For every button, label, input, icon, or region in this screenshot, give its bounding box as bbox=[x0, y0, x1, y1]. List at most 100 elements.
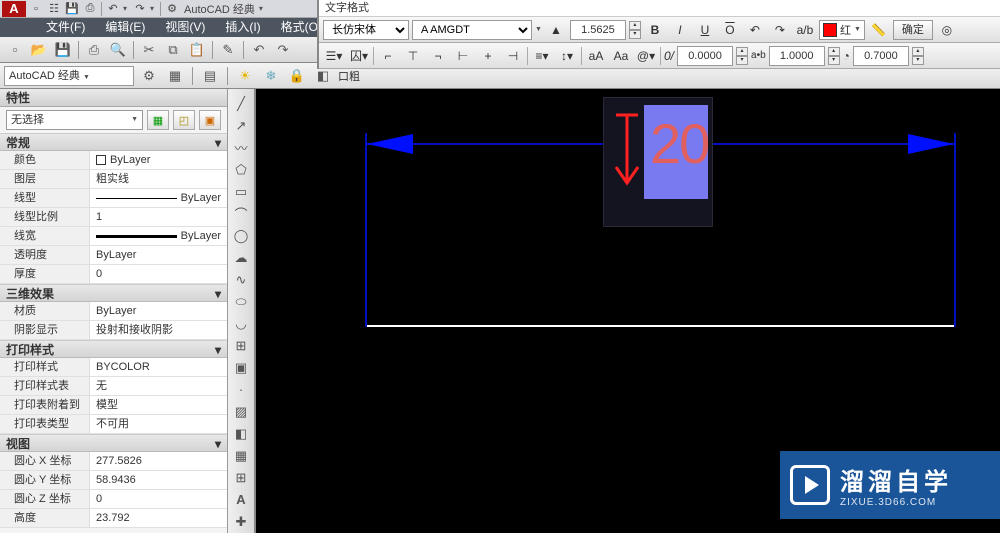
plot-preview-icon[interactable]: 🔍 bbox=[107, 39, 129, 61]
lowercase-icon[interactable]: Aa bbox=[610, 46, 632, 66]
property-value[interactable]: ByLayer bbox=[90, 227, 227, 245]
region-tool-icon[interactable]: ▦ bbox=[229, 445, 253, 466]
freeze-icon[interactable]: ❄ bbox=[260, 65, 282, 87]
sun-icon[interactable]: ☀ bbox=[234, 65, 256, 87]
align-tc-icon[interactable]: ⊤ bbox=[402, 46, 424, 66]
ws-grid-icon[interactable]: ▦ bbox=[164, 65, 186, 87]
new-icon[interactable]: ▫ bbox=[28, 1, 44, 17]
rect-tool-icon[interactable]: ▭ bbox=[229, 181, 253, 202]
uppercase-icon[interactable]: aA bbox=[585, 46, 607, 66]
oblique-spinner[interactable]: ▴▾ bbox=[736, 47, 748, 65]
hatch-tool-icon[interactable]: ▨ bbox=[229, 401, 253, 422]
dimension-text[interactable]: 20 bbox=[650, 111, 708, 176]
open-icon[interactable]: ☷ bbox=[46, 1, 62, 17]
workspace-drop-icon[interactable]: ▾ bbox=[259, 4, 266, 13]
property-value[interactable]: ByLayer bbox=[90, 246, 227, 264]
section-3d[interactable]: 三维效果▾ bbox=[0, 284, 227, 302]
print-icon[interactable]: ⎙ bbox=[82, 1, 98, 17]
app-logo[interactable]: A bbox=[2, 1, 26, 17]
addsel-tool-icon[interactable]: ✚ bbox=[229, 511, 253, 532]
property-value[interactable]: 0 bbox=[90, 490, 227, 508]
property-value[interactable]: ByLayer bbox=[90, 151, 227, 169]
point-tool-icon[interactable]: · bbox=[229, 379, 253, 400]
align-ml-icon[interactable]: ⊢ bbox=[452, 46, 474, 66]
selection-select[interactable]: 无选择 ▼ bbox=[6, 110, 143, 130]
save-icon[interactable]: 💾 bbox=[64, 1, 80, 17]
font-select[interactable]: A AMGDT bbox=[412, 20, 532, 40]
spline-tool-icon[interactable]: ∿ bbox=[229, 269, 253, 290]
property-row[interactable]: 线型ByLayer bbox=[0, 189, 227, 208]
extension-line-left[interactable] bbox=[365, 133, 367, 327]
bullet-icon[interactable]: ≡▾ bbox=[531, 46, 553, 66]
options-icon[interactable]: ◎ bbox=[936, 20, 958, 40]
property-row[interactable]: 打印表类型不可用 bbox=[0, 415, 227, 434]
underline-button[interactable]: U bbox=[694, 20, 716, 40]
redo-text-button[interactable]: ↷ bbox=[769, 20, 791, 40]
align-tl-icon[interactable]: ⌐ bbox=[377, 46, 399, 66]
line-tool-icon[interactable]: ╱ bbox=[229, 93, 253, 114]
tracking-input[interactable]: 1.0000 bbox=[769, 46, 825, 66]
property-row[interactable]: 打印样式BYCOLOR bbox=[0, 358, 227, 377]
menu-edit[interactable]: 编辑(E) bbox=[95, 18, 155, 37]
property-row[interactable]: 图层粗实线 bbox=[0, 170, 227, 189]
property-row[interactable]: 打印表附着到模型 bbox=[0, 396, 227, 415]
new-file-icon[interactable]: ▫ bbox=[4, 39, 26, 61]
property-value[interactable]: 模型 bbox=[90, 396, 227, 414]
property-value[interactable]: 23.792 bbox=[90, 509, 227, 527]
revcloud-tool-icon[interactable]: ☁ bbox=[229, 247, 253, 268]
layer-manager-icon[interactable]: ▤ bbox=[199, 65, 221, 87]
annot-icon[interactable]: ▲ bbox=[545, 20, 567, 40]
undo-drop-icon[interactable]: ▾ bbox=[123, 4, 130, 13]
section-general[interactable]: 常规▾ bbox=[0, 133, 227, 151]
overline-button[interactable]: O bbox=[719, 20, 741, 40]
property-value[interactable]: BYCOLOR bbox=[90, 358, 227, 376]
property-row[interactable]: 材质ByLayer bbox=[0, 302, 227, 321]
align-mr-icon[interactable]: ⊣ bbox=[502, 46, 524, 66]
property-row[interactable]: 线宽ByLayer bbox=[0, 227, 227, 246]
extension-line-right[interactable] bbox=[954, 133, 956, 327]
lock-icon[interactable]: 🔒 bbox=[286, 65, 308, 87]
polygon-tool-icon[interactable]: ⬠ bbox=[229, 159, 253, 180]
property-row[interactable]: 高度23.792 bbox=[0, 509, 227, 528]
text-height-input[interactable]: 1.5625 bbox=[570, 20, 626, 40]
section-view[interactable]: 视图▾ bbox=[0, 434, 227, 452]
stack-button[interactable]: a/b bbox=[794, 20, 816, 40]
paste-icon[interactable]: 📋 bbox=[186, 39, 208, 61]
property-value[interactable]: 277.5826 bbox=[90, 452, 227, 470]
align-tr-icon[interactable]: ¬ bbox=[427, 46, 449, 66]
redo-drop-icon[interactable]: ▾ bbox=[150, 4, 157, 13]
circle-tool-icon[interactable]: ◯ bbox=[229, 225, 253, 246]
property-row[interactable]: 圆心 X 坐标277.5826 bbox=[0, 452, 227, 471]
match-prop-icon[interactable]: ✎ bbox=[217, 39, 239, 61]
bold-button[interactable]: B bbox=[644, 20, 666, 40]
confirm-button[interactable]: 确定 bbox=[893, 20, 933, 40]
print-file-icon[interactable]: ⎙ bbox=[83, 39, 105, 61]
copy-icon[interactable]: ⧉ bbox=[162, 39, 184, 61]
property-value[interactable]: 58.9436 bbox=[90, 471, 227, 489]
property-value[interactable]: ByLayer bbox=[90, 189, 227, 207]
menu-file[interactable]: 文件(F) bbox=[36, 18, 95, 37]
drawing-canvas[interactable]: 20 溜溜自学 ZIXUE.3D66.COM bbox=[256, 89, 1000, 533]
menu-insert[interactable]: 插入(I) bbox=[215, 18, 270, 37]
ellipse-tool-icon[interactable]: ⬭ bbox=[229, 291, 253, 312]
property-value[interactable]: 投射和接收阴影 bbox=[90, 321, 227, 339]
height-spinner[interactable]: ▴▾ bbox=[629, 21, 641, 39]
quick-select-icon[interactable]: ▦ bbox=[147, 110, 169, 130]
ws-gear-icon[interactable]: ⚙ bbox=[138, 65, 160, 87]
ellipsearc-tool-icon[interactable]: ◡ bbox=[229, 313, 253, 334]
undo2-icon[interactable]: ↶ bbox=[248, 39, 270, 61]
property-row[interactable]: 打印样式表无 bbox=[0, 377, 227, 396]
width-spinner[interactable]: ▴▾ bbox=[912, 47, 924, 65]
insert-tool-icon[interactable]: ⊞ bbox=[229, 335, 253, 356]
property-value[interactable]: 1 bbox=[90, 208, 227, 226]
mtext-tool-icon[interactable]: A bbox=[229, 489, 253, 510]
property-row[interactable]: 厚度0 bbox=[0, 265, 227, 284]
baseline-entity[interactable] bbox=[366, 325, 956, 327]
workspace-select[interactable]: AutoCAD 经典 ▼ bbox=[4, 66, 134, 86]
block-tool-icon[interactable]: ▣ bbox=[229, 357, 253, 378]
symbol-icon[interactable]: @▾ bbox=[635, 46, 657, 66]
save-file-icon[interactable]: 💾 bbox=[52, 39, 74, 61]
undo-icon[interactable]: ↶ bbox=[105, 1, 121, 17]
property-value[interactable]: 无 bbox=[90, 377, 227, 395]
table-tool-icon[interactable]: ⊞ bbox=[229, 467, 253, 488]
